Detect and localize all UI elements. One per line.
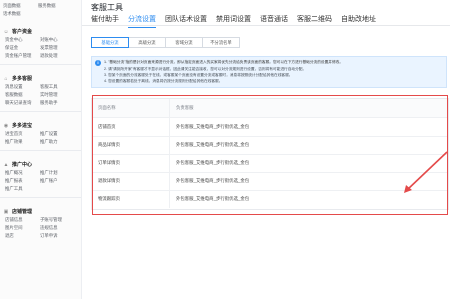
notice-line: 4. 您设置的客服若处于离线，消息将仍按分流规则分配给其他在线客服。 (104, 79, 223, 83)
sidebar-row: 资金账户管理 退款处理 (0, 52, 81, 60)
sidebar-link-page-data[interactable]: 页面数据 (3, 2, 38, 10)
sidebar-link[interactable]: 推广助力 (40, 138, 75, 146)
sidebar-link[interactable]: 推广工具 (5, 185, 40, 193)
sidebar-link[interactable]: 违规信息 (40, 224, 75, 232)
sidebar-group-ads: ▲ 推广中心 推广概况 推广计划 推广报表 推广账户 推广工具 (0, 160, 81, 198)
sidebar-row: 消息设置 客服工具 (0, 83, 81, 91)
sidebar-group-header[interactable]: ▲ 推广中心 (0, 160, 81, 169)
sidebar-group-header[interactable]: ▣ 店铺管理 (0, 207, 81, 216)
sidebar-group-service: ⌂ 多多客服 消息设置 客服工具 客服数据 实时管理 聊天记录查询 服务助手 (0, 74, 81, 112)
sidebar-group-promo: ◉ 多多进宝 进宝首页 推广设置 推广效果 推广助力 (0, 121, 81, 151)
sidebar-link[interactable]: 保证金 (5, 44, 40, 52)
chart-icon: ▲ (3, 161, 9, 168)
sidebar-link-script-data[interactable]: 话术数据 (3, 10, 38, 18)
sidebar-link[interactable]: 图片空间 (5, 224, 40, 232)
sub-tab-advanced[interactable]: 高级分流 (128, 37, 166, 48)
sub-tab-basic[interactable]: 基础分流 (91, 37, 129, 48)
sidebar-group-title: 多多客服 (12, 76, 33, 82)
sidebar-link[interactable]: 订单申诉 (40, 232, 75, 240)
notice-line: 1. "基础分流"指的是针对页面来源进行分流，即从指定页面进入的买家将优先分流给… (104, 60, 344, 64)
sidebar-group-title: 客户资金 (12, 29, 33, 35)
sidebar-row: 保证金 发票管理 (0, 44, 81, 52)
sidebar-link[interactable]: 退款处理 (40, 52, 75, 60)
sidebar-group-title: 多多进宝 (12, 123, 33, 129)
sidebar-link[interactable]: 客服工具 (40, 83, 75, 91)
sidebar-row: 推广概况 推广计划 (0, 169, 81, 177)
sidebar-link[interactable]: 推广报表 (5, 177, 40, 185)
sidebar-link[interactable]: 进宝首页 (5, 130, 40, 138)
sidebar-top-links: 页面数据 服务数据 话术数据 (0, 0, 81, 18)
sidebar-row: 推广工具 (0, 185, 81, 193)
sidebar-link[interactable]: 店铺信息 (5, 216, 40, 224)
sidebar-link[interactable]: 推广设置 (40, 130, 75, 138)
sidebar-link[interactable]: 资金账户管理 (5, 52, 40, 60)
sub-tab-exclusion[interactable]: 不分流名单 (202, 37, 240, 48)
home-icon: ⌂ (4, 75, 8, 82)
sidebar-link[interactable]: 推广效果 (5, 138, 40, 146)
sub-tab-region[interactable]: 客域分流 (165, 37, 203, 48)
divider (0, 64, 81, 65)
sidebar-group-funds: ☺ 客户资金 资金中心 对账中心 保证金 发票管理 资金账户管理 退款处理 (0, 27, 81, 65)
sidebar-link[interactable]: 资金中心 (5, 36, 40, 44)
sidebar-group-title: 店铺管理 (12, 209, 33, 215)
sidebar: 页面数据 服务数据 话术数据 ☺ 客户资金 资金中心 对账中心 保证金 发票管理… (0, 0, 82, 299)
sidebar-link[interactable]: 消息设置 (5, 83, 40, 91)
sidebar-group-header[interactable]: ⌂ 多多客服 (0, 74, 81, 83)
divider (0, 197, 81, 198)
sidebar-link[interactable]: 服务助手 (40, 99, 75, 107)
sidebar-group-title: 推广中心 (12, 162, 33, 168)
sidebar-row: 资金中心 对账中心 (0, 36, 81, 44)
divider (0, 111, 81, 112)
divider (0, 150, 81, 151)
sidebar-row: 推广报表 推广账户 (0, 177, 81, 185)
sidebar-row: 图片空间 违规信息 (0, 224, 81, 232)
page-title: 客服工具 (91, 3, 123, 12)
sidebar-row: 退店 订单申诉 (0, 232, 81, 240)
sidebar-group-store: ▣ 店铺管理 店铺信息 子账号管理 图片空间 违规信息 退店 订单申诉 (0, 207, 81, 240)
sidebar-link-service-data[interactable]: 服务数据 (38, 2, 73, 10)
divider (82, 25, 450, 26)
tag-icon: ◉ (3, 122, 9, 129)
sidebar-link[interactable]: 退店 (5, 232, 40, 240)
sidebar-row: 推广效果 推广助力 (0, 138, 81, 146)
sidebar-row: 聊天记录查询 服务助手 (0, 99, 81, 107)
sidebar-link[interactable]: 子账号管理 (40, 216, 75, 224)
store-icon: ▣ (3, 208, 9, 215)
sidebar-link[interactable]: 对账中心 (40, 36, 75, 44)
sidebar-group-header[interactable]: ◉ 多多进宝 (0, 121, 81, 130)
sidebar-row: 店铺信息 子账号管理 (0, 216, 81, 224)
sidebar-link[interactable]: 发票管理 (40, 44, 75, 52)
sidebar-row: 进宝首页 推广设置 (0, 130, 81, 138)
sidebar-row: 页面数据 服务数据 (3, 2, 81, 10)
sidebar-row: 话术数据 (3, 10, 81, 18)
info-notice: i 1. "基础分流"指的是针对页面来源进行分流，即从指定页面进入的买家将优先分… (91, 56, 447, 88)
sidebar-link[interactable]: 实时管理 (40, 91, 75, 99)
sidebar-link[interactable]: 客服数据 (5, 91, 40, 99)
sidebar-link[interactable]: 推广账户 (40, 177, 75, 185)
notice-line: 3. 您某个页面的分流客服处于在线，或客服某个页面没有设置分流或客服时，消息将按… (104, 73, 293, 77)
sub-tabs: 基础分流 高级分流 客域分流 不分流名单 (91, 37, 240, 48)
notice-line: 2. 请"请到所开家"有客服才不显示对话框，因此请关注能否接收，您可以对分流规则… (104, 67, 307, 71)
info-icon: i (95, 60, 101, 66)
sidebar-link[interactable]: 聊天记录查询 (5, 99, 40, 107)
user-icon: ☺ (3, 28, 9, 35)
sidebar-group-header[interactable]: ☺ 客户资金 (0, 27, 81, 36)
sidebar-row: 客服数据 实时管理 (0, 91, 81, 99)
highlight-box (92, 95, 448, 215)
sidebar-link[interactable]: 推广计划 (40, 169, 75, 177)
sidebar-link[interactable]: 推广概况 (5, 169, 40, 177)
